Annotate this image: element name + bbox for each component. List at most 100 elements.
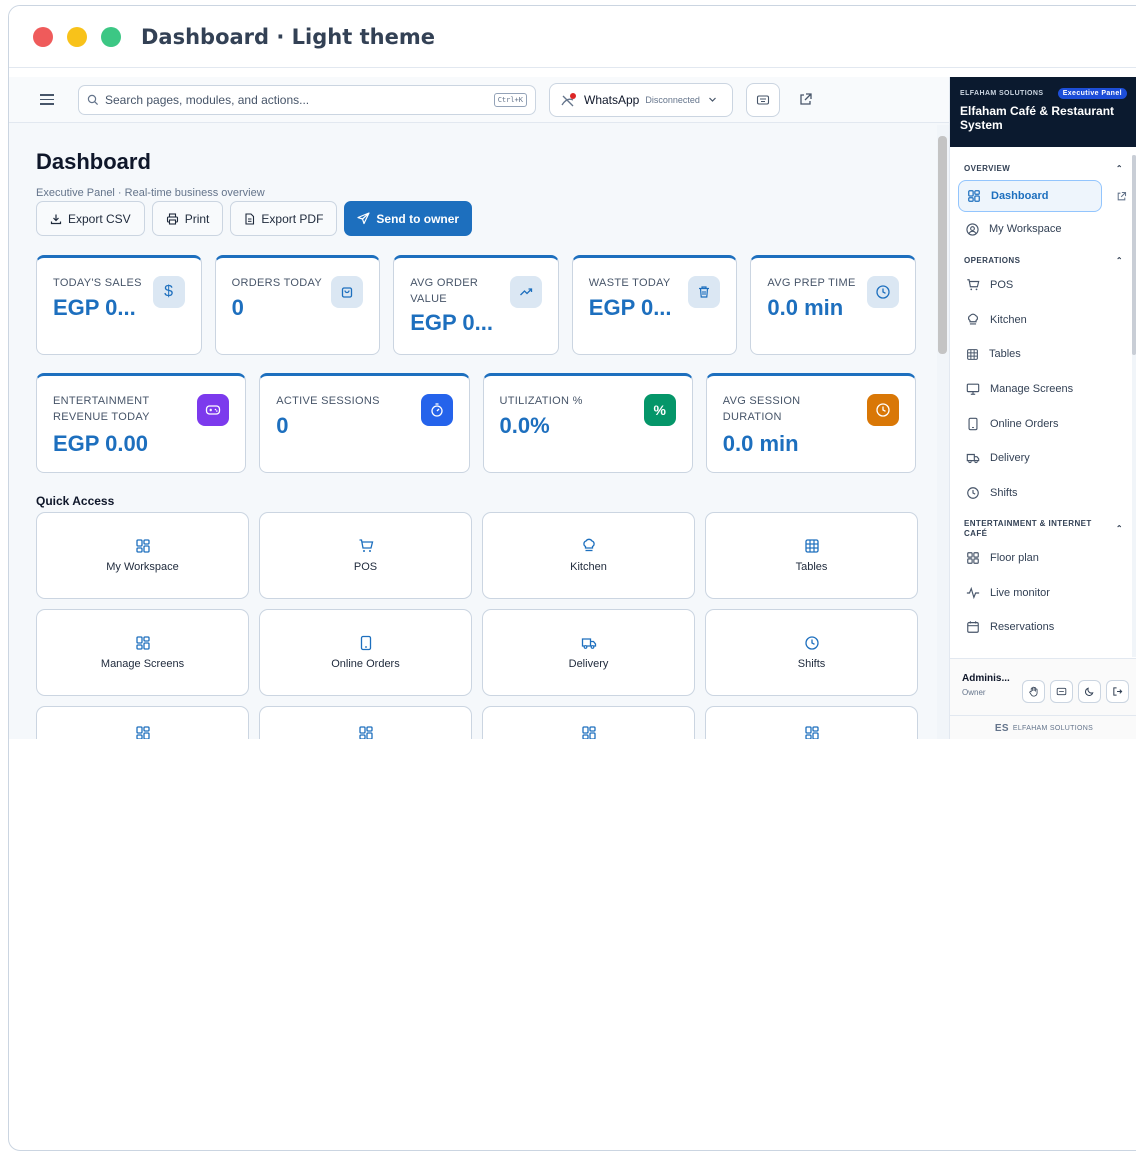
- sidebar-item-dashboard[interactable]: Dashboard: [958, 180, 1127, 212]
- quick-tile-partial[interactable]: [705, 706, 918, 739]
- quick-tile-shifts[interactable]: Shifts: [705, 609, 918, 696]
- chevron-up-icon: ⌃: [1115, 523, 1123, 533]
- app-window: Dashboard · Light theme Search pages, mo…: [8, 5, 1136, 1151]
- chevron-down-icon: [708, 97, 716, 102]
- sidebar-item-label: Dashboard: [991, 190, 1049, 202]
- sidebar-header: ELFAHAM SOLUTIONS Executive Panel Elfaha…: [950, 77, 1136, 147]
- print-button[interactable]: Print: [151, 201, 224, 236]
- grid-icon: [581, 726, 596, 739]
- whatsapp-status-button[interactable]: WhatsApp Disconnected: [549, 82, 733, 117]
- sidebar-section-entertainment[interactable]: ENTERTAINMENT & INTERNET CAFÉ ⌃: [950, 517, 1136, 541]
- printer-icon: [166, 212, 178, 225]
- tablet-icon: [968, 417, 978, 431]
- sidebar-item-live-monitor[interactable]: Live monitor: [950, 575, 1136, 610]
- download-icon: [50, 214, 62, 224]
- sidebar-item-my-workspace[interactable]: My Workspace: [950, 212, 1136, 247]
- file-text-icon: [245, 212, 255, 225]
- grid-icon: [358, 726, 373, 739]
- window-title: Dashboard · Light theme: [141, 24, 435, 49]
- send-to-owner-button[interactable]: Send to owner: [344, 201, 473, 236]
- keyboard-button[interactable]: [746, 82, 780, 117]
- sidebar-item-reservations[interactable]: Reservations: [950, 610, 1136, 645]
- kpi-value: EGP 0...: [410, 310, 493, 335]
- sidebar-item-delivery[interactable]: Delivery: [950, 441, 1136, 476]
- search-icon: [87, 94, 99, 105]
- tile-label: Tables: [795, 561, 828, 573]
- tile-label: My Workspace: [106, 561, 179, 573]
- sidebar-item-label: Delivery: [990, 452, 1030, 465]
- external-link-icon: [800, 93, 812, 105]
- grid-icon: [135, 539, 150, 553]
- search-placeholder: Search pages, modules, and actions...: [105, 92, 310, 107]
- sidebar-item-manage-screens[interactable]: Manage Screens: [950, 372, 1136, 407]
- sidebar-item-label: Shifts: [990, 487, 1018, 500]
- sidebar-item-label: POS: [990, 279, 1014, 292]
- quick-tile-my-workspace[interactable]: My Workspace: [36, 512, 249, 599]
- clock-icon: [866, 276, 899, 308]
- sidebar-item-online-orders[interactable]: Online Orders: [950, 406, 1136, 441]
- open-external-button[interactable]: [798, 92, 813, 107]
- kpi-card-todays-sales: TODAY'S SALES EGP 0... $: [36, 255, 202, 355]
- footer-brand-label: ELFAHAM SOLUTIONS: [1012, 724, 1094, 732]
- sidebar-item-shifts[interactable]: Shifts: [950, 476, 1136, 511]
- table-icon: [804, 539, 819, 553]
- quick-tile-pos[interactable]: POS: [259, 512, 472, 599]
- close-window-button[interactable]: [33, 26, 53, 47]
- truck-icon: [581, 638, 596, 649]
- export-csv-button[interactable]: Export CSV: [36, 201, 145, 236]
- scrollbar-thumb[interactable]: [938, 136, 947, 354]
- clock-icon: [804, 636, 819, 650]
- kpi-label: AVG ORDER VALUE: [410, 277, 479, 305]
- search-input[interactable]: Search pages, modules, and actions... Ct…: [78, 84, 536, 115]
- print-label: Print: [184, 211, 210, 226]
- sidebar-item-kitchen[interactable]: Kitchen: [950, 302, 1136, 337]
- maximize-window-button[interactable]: [101, 26, 121, 47]
- grid-icon: [135, 636, 150, 650]
- user-circle-icon: [966, 223, 979, 236]
- tile-label: Kitchen: [570, 561, 607, 573]
- page-title: Dashboard: [36, 149, 151, 174]
- main-scrollbar[interactable]: [937, 125, 949, 739]
- whatsapp-disconnected-icon: [561, 92, 576, 106]
- kpi-card-waste-today: WASTE TODAY EGP 0...: [571, 255, 738, 355]
- quick-tile-partial[interactable]: [259, 706, 472, 739]
- tablet-icon: [360, 635, 371, 651]
- tile-label: Manage Screens: [100, 658, 185, 670]
- sidebar-scrollbar[interactable]: [1132, 155, 1136, 657]
- sidebar-footer: Adminis... Owner ES ELFAHAM SOLUTIONS: [950, 658, 1136, 739]
- sidebar-item-label: Manage Screens: [990, 383, 1074, 396]
- quick-tile-delivery[interactable]: Delivery: [482, 609, 695, 696]
- sidebar-section-operations[interactable]: OPERATIONS ⌃: [950, 253, 1136, 268]
- export-pdf-button[interactable]: Export PDF: [230, 201, 338, 236]
- quick-tile-partial[interactable]: [36, 706, 249, 739]
- quick-tile-tables[interactable]: Tables: [705, 512, 918, 599]
- external-link-icon[interactable]: [1116, 191, 1127, 202]
- export-csv-label: Export CSV: [68, 211, 131, 226]
- quick-tile-kitchen[interactable]: Kitchen: [482, 512, 695, 599]
- menu-icon[interactable]: [40, 94, 54, 105]
- sidebar-section-overview[interactable]: OVERVIEW ⌃: [950, 161, 1136, 176]
- brand-logo-icon: ES: [994, 722, 1009, 734]
- dashboard-content: Dashboard Executive Panel · Real-time bu…: [36, 149, 918, 739]
- logout-button[interactable]: [1106, 680, 1129, 703]
- chevron-up-icon: ⌃: [1115, 164, 1123, 173]
- company-name: ELFAHAM SOLUTIONS: [960, 90, 1044, 97]
- hand-button[interactable]: [1022, 680, 1045, 703]
- cart-icon: [967, 279, 980, 291]
- kpi-label: ENTERTAINMENT REVENUE TODAY: [53, 395, 150, 423]
- sidebar-item-pos[interactable]: POS: [950, 268, 1136, 303]
- keyboard-button[interactable]: [1050, 680, 1073, 703]
- keyboard-icon: [1056, 687, 1067, 696]
- minimize-window-button[interactable]: [67, 26, 87, 47]
- chef-hat-icon: [968, 313, 978, 325]
- theme-toggle-button[interactable]: [1078, 680, 1101, 703]
- quick-tile-manage-screens[interactable]: Manage Screens: [36, 609, 249, 696]
- tile-label: Shifts: [797, 658, 826, 670]
- tile-label: Delivery: [568, 658, 609, 670]
- quick-tile-online-orders[interactable]: Online Orders: [259, 609, 472, 696]
- quick-tile-partial[interactable]: [482, 706, 695, 739]
- sidebar-item-label: Online Orders: [990, 417, 1059, 430]
- sidebar-item-floor-plan[interactable]: Floor plan: [950, 541, 1136, 576]
- sidebar-item-tables[interactable]: Tables: [950, 337, 1136, 372]
- main-area: Search pages, modules, and actions... Ct…: [9, 77, 949, 739]
